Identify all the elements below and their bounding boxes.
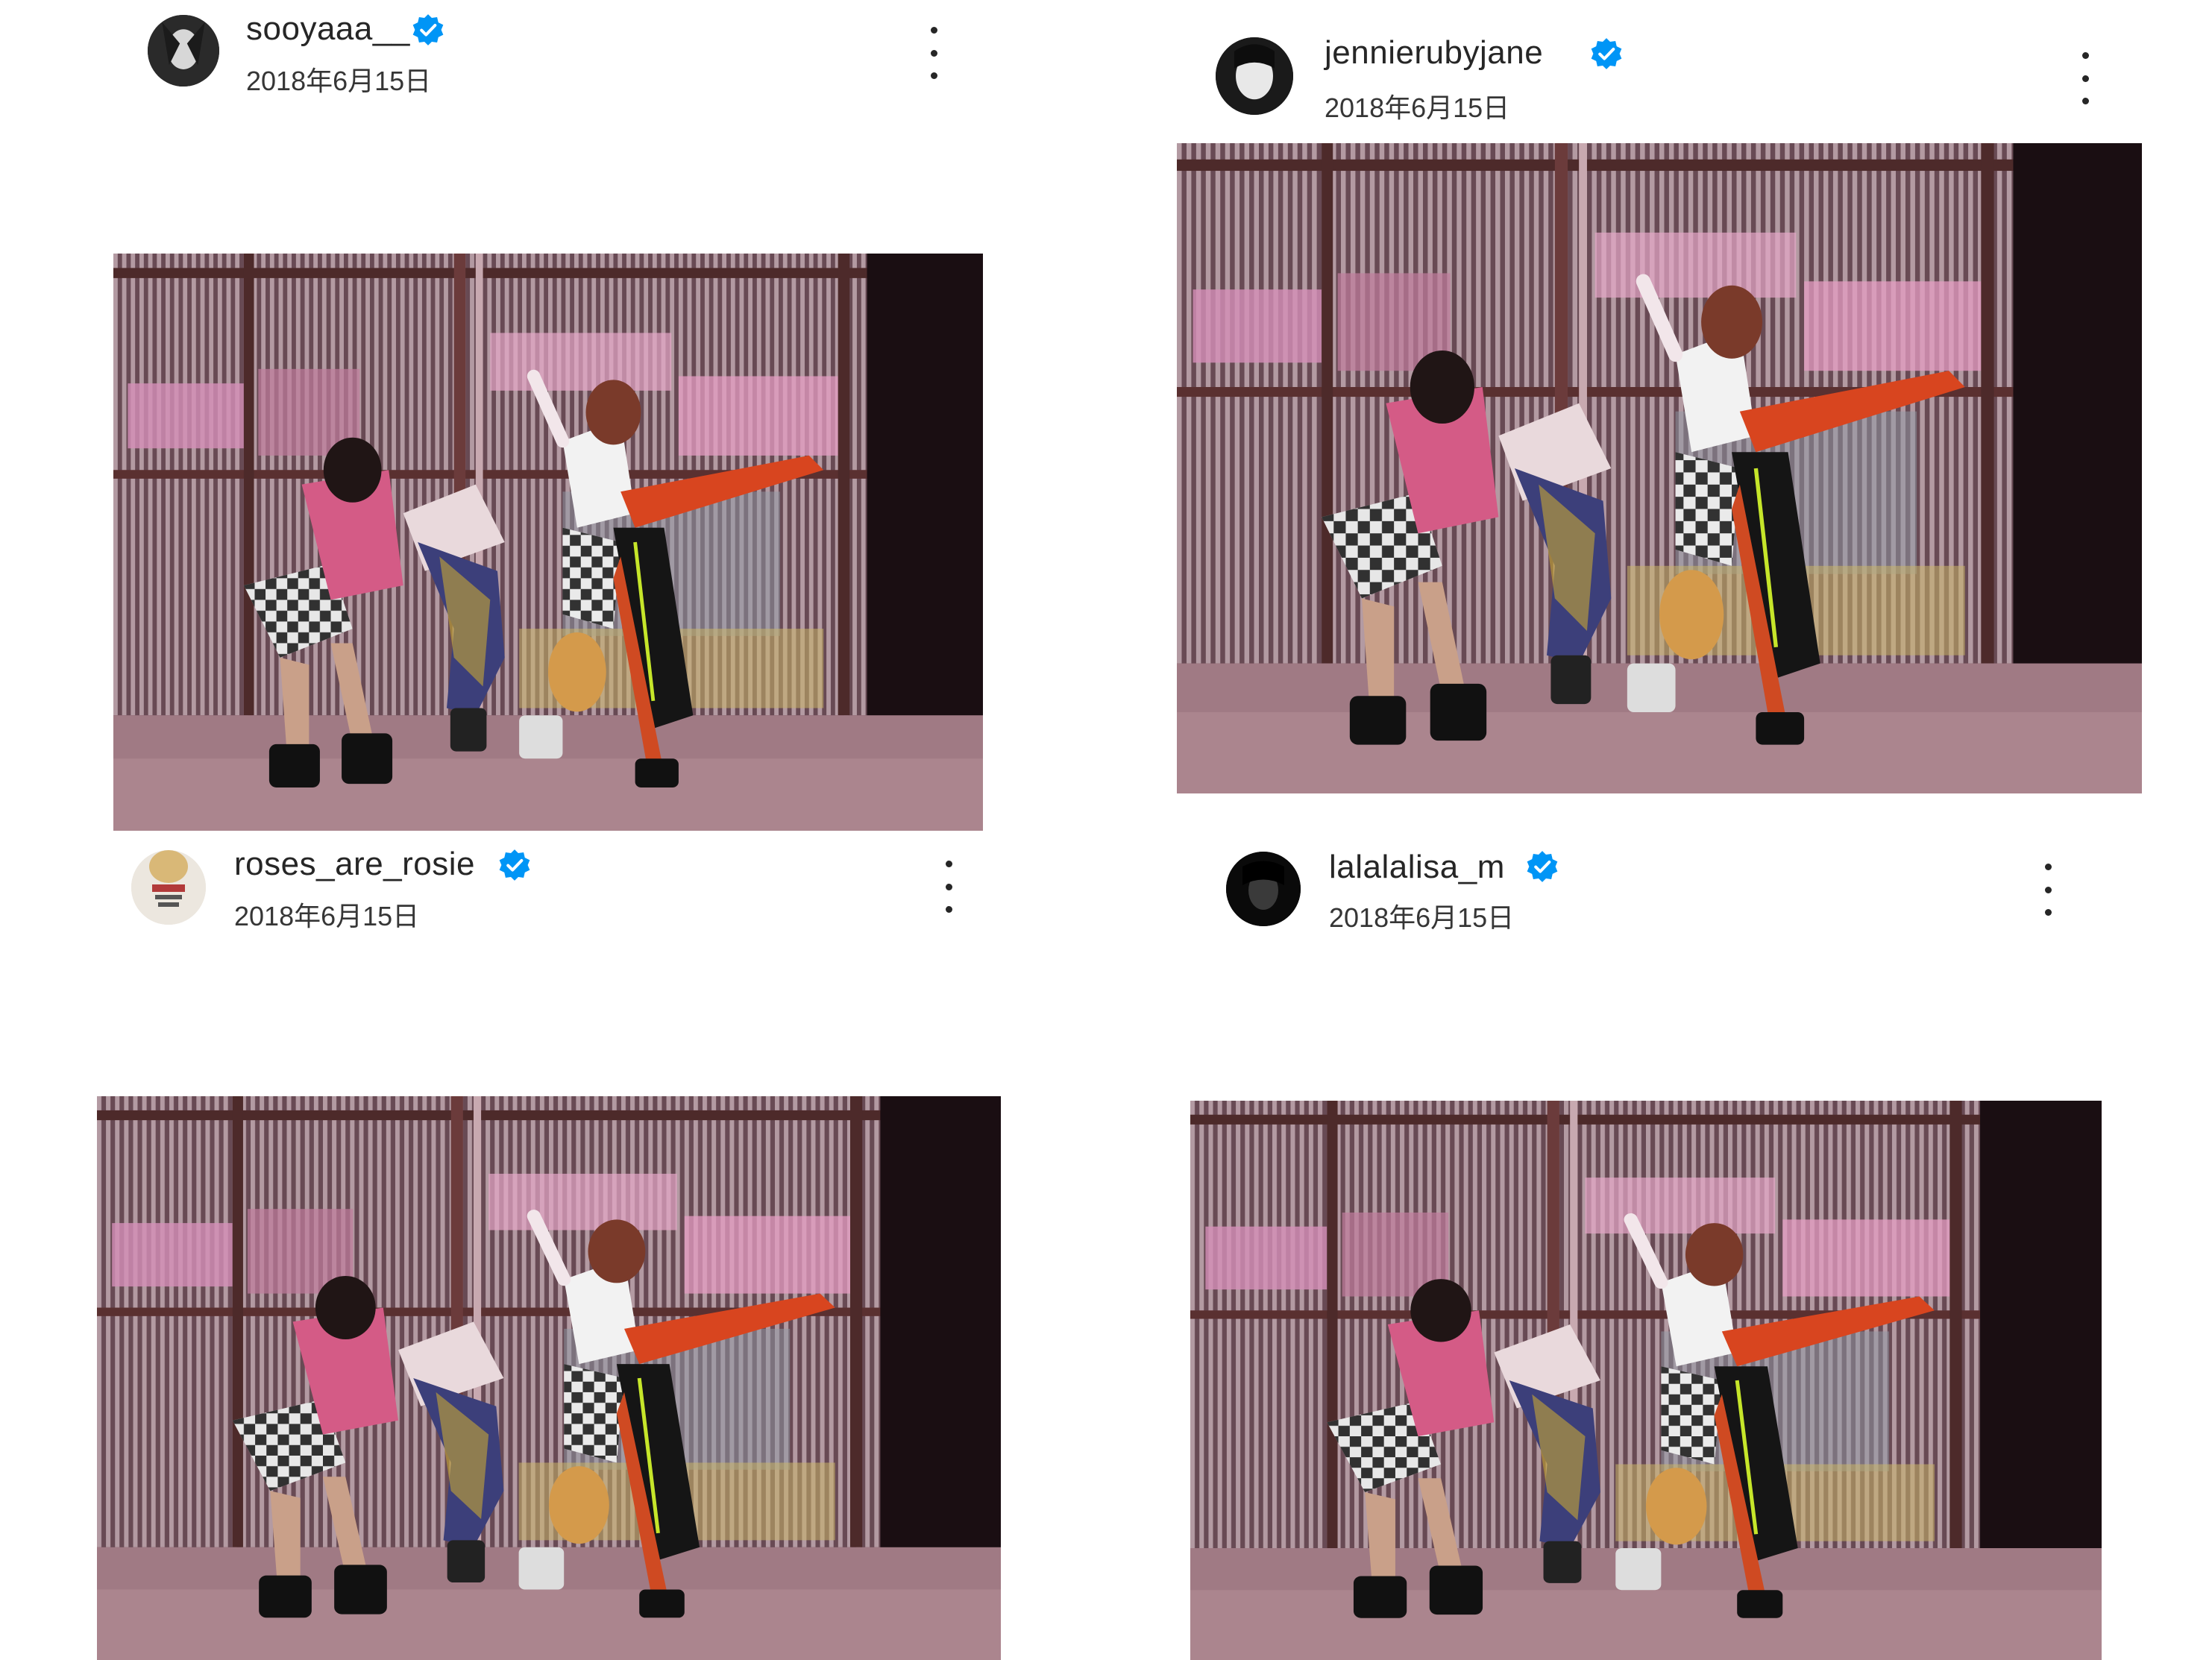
verified-badge-icon: [1526, 850, 1559, 883]
avatar-jennie-icon: [1216, 37, 1293, 115]
avatar-rosie-icon: [131, 850, 206, 925]
username[interactable]: sooyaaa__: [246, 10, 410, 48]
verified-badge-icon: [498, 849, 531, 881]
post-date[interactable]: 2018年6月15日: [1329, 896, 1514, 935]
avatar[interactable]: [131, 850, 206, 925]
group-photo-image: [113, 254, 983, 831]
avatar[interactable]: [1216, 37, 1293, 115]
post-date[interactable]: 2018年6月15日: [234, 895, 419, 934]
group-photo-image: [1177, 143, 2142, 793]
group-photo-image: [97, 1096, 1001, 1660]
avatar[interactable]: [148, 15, 219, 87]
username[interactable]: jennierubyjane: [1325, 34, 1543, 72]
post-photo[interactable]: [113, 254, 983, 831]
post-photo[interactable]: [1177, 143, 2142, 793]
more-options-icon[interactable]: [2070, 52, 2100, 104]
post-date[interactable]: 2018年6月15日: [246, 60, 431, 98]
post-date[interactable]: 2018年6月15日: [1325, 87, 1509, 125]
verified-badge-icon: [412, 13, 444, 46]
more-options-icon[interactable]: [2033, 864, 2063, 916]
avatar[interactable]: [1226, 852, 1301, 926]
post-photo[interactable]: [97, 1096, 1001, 1660]
username[interactable]: lalalalisa_m: [1329, 849, 1505, 886]
username[interactable]: roses_are_rosie: [234, 846, 475, 883]
avatar-lisa-icon: [1226, 852, 1301, 926]
more-options-icon[interactable]: [919, 27, 949, 79]
post-photo[interactable]: [1190, 1101, 2102, 1660]
verified-badge-icon: [1590, 37, 1623, 70]
more-options-icon[interactable]: [934, 861, 964, 913]
avatar-sooyaaa-icon: [148, 15, 219, 87]
group-photo-image: [1190, 1101, 2102, 1660]
